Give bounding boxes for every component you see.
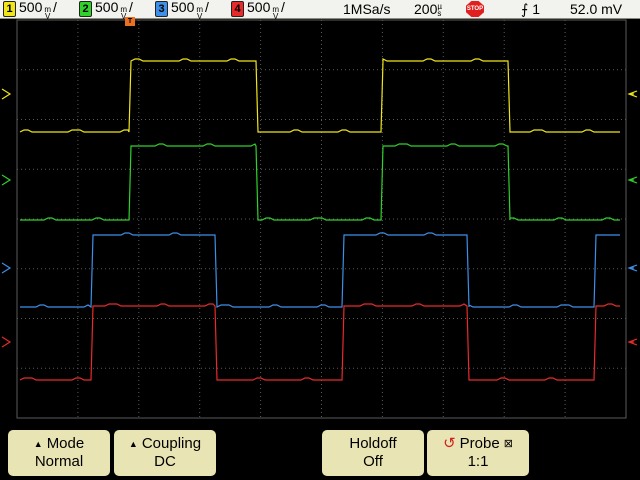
channel-4-ground-marker — [1, 336, 12, 348]
trigger-position-marker[interactable]: T — [125, 17, 135, 26]
mode-title: Mode — [46, 435, 85, 452]
coupling-title: Coupling — [141, 435, 202, 452]
timebase-value: 200 — [414, 1, 438, 17]
graticule-grid — [16, 19, 627, 419]
softkey-bar: ▲ Mode Normal ▲ Coupling DC Holdoff Off ↺ P… — [0, 426, 640, 480]
rotate-knob-icon: ↺ — [443, 435, 456, 452]
channel-3-trace — [20, 232, 620, 309]
coupling-softkey[interactable]: ▲ Coupling DC — [114, 430, 216, 476]
channel-4-scale[interactable]: 4 500 m V / — [231, 0, 285, 20]
channel-3-badge: 3 — [155, 1, 168, 17]
channel-2-ground-marker — [1, 174, 12, 186]
channel-2-badge: 2 — [79, 1, 92, 17]
channel-1-trigger-level-marker — [627, 90, 638, 98]
channel-2-scale[interactable]: 2 500 m V / — [79, 0, 133, 20]
trigger-source-value: 1 — [532, 1, 540, 17]
channel-4-badge: 4 — [231, 1, 244, 17]
holdoff-softkey[interactable]: Holdoff Off — [322, 430, 424, 476]
probe-value: 1:1 — [467, 453, 489, 470]
mode-value: Normal — [34, 453, 84, 470]
channel-3-scale-value: 500 — [171, 0, 195, 15]
channel-1-ground-marker — [1, 88, 12, 100]
close-box-icon: ⊠ — [503, 438, 513, 450]
mode-softkey[interactable]: ▲ Mode Normal — [8, 430, 110, 476]
channel-2-trace — [20, 143, 620, 221]
trigger-level: 52.0 mV — [570, 1, 623, 17]
holdoff-value: Off — [363, 453, 383, 470]
channel-4-scale-value: 500 — [247, 0, 271, 15]
channel-1-badge: 1 — [3, 1, 16, 17]
up-triangle-icon: ▲ — [128, 439, 138, 449]
channel-2-trigger-level-marker — [627, 176, 638, 184]
channel-3-trigger-level-marker — [627, 264, 638, 272]
channel-2-scale-value: 500 — [95, 0, 119, 15]
probe-softkey[interactable]: ↺ Probe ⊠ 1:1 — [427, 430, 529, 476]
coupling-value: DC — [154, 453, 176, 470]
unit-bottom: s — [437, 9, 442, 19]
trigger-source: ⨍ 1 — [521, 1, 540, 18]
up-triangle-icon: ▲ — [33, 439, 43, 449]
channel-1-scale-value: 500 — [19, 0, 43, 15]
probe-title: Probe — [459, 435, 500, 452]
waveform-traces — [19, 58, 620, 381]
channel-3-ground-marker — [1, 262, 12, 274]
stop-icon: STOP — [466, 1, 484, 17]
timebase[interactable]: 200 µ s — [414, 1, 442, 19]
sample-rate: 1MSa/s — [343, 1, 391, 17]
status-bar: 1 500 m V/ 2 500 m V/ 3 500 m V/ 4 500 m V / … — [0, 0, 640, 20]
waveform-display[interactable] — [0, 19, 640, 425]
channel-3-scale[interactable]: 3 500 m V / — [155, 0, 209, 20]
run-state: STOP — [466, 6, 484, 12]
channel-1-scale[interactable]: 1 500 m V / — [3, 0, 57, 20]
rising-edge-icon: ⨍ — [521, 1, 529, 17]
channel-4-trigger-level-marker — [627, 338, 638, 346]
holdoff-title: Holdoff — [349, 435, 397, 452]
